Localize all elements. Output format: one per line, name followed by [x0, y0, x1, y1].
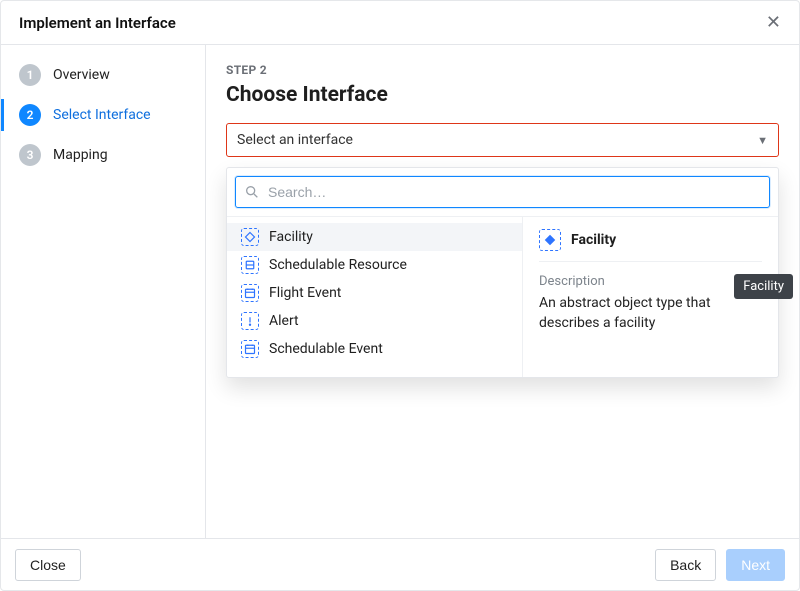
options-list: Facility Schedulable Resource — [227, 217, 523, 377]
modal-header: Implement an Interface ✕ — [1, 1, 799, 45]
option-schedulable-resource[interactable]: Schedulable Resource — [227, 251, 522, 279]
option-alert[interactable]: Alert — [227, 307, 522, 335]
detail-desc-label: Description — [539, 274, 762, 289]
modal-title: Implement an Interface — [19, 14, 176, 32]
option-facility[interactable]: Facility — [227, 223, 522, 251]
step-label: Select Interface — [53, 107, 151, 123]
caret-down-icon: ▼ — [757, 134, 768, 147]
option-label: Facility — [269, 229, 313, 245]
detail-name: Facility — [571, 232, 616, 248]
page-title: Choose Interface — [226, 83, 779, 107]
calendar-icon — [241, 340, 259, 358]
modal-body: 1 Overview 2 Select Interface 3 Mapping … — [1, 45, 799, 538]
search-input[interactable] — [268, 184, 761, 200]
interface-dropdown: Facility Schedulable Resource — [226, 167, 779, 378]
search-icon — [244, 184, 260, 200]
tooltip-text: Facility — [734, 274, 793, 299]
close-icon[interactable]: ✕ — [762, 10, 785, 36]
detail-header: Facility — [539, 229, 762, 262]
option-label: Schedulable Event — [269, 341, 383, 357]
wizard-step-mapping[interactable]: 3 Mapping — [1, 135, 205, 175]
option-flight-event[interactable]: Flight Event — [227, 279, 522, 307]
step-label: Overview — [53, 67, 110, 83]
tooltip: Facility — [734, 274, 793, 299]
wizard-step-overview[interactable]: 1 Overview — [1, 55, 205, 95]
diamond-icon — [539, 229, 561, 251]
wizard-sidebar: 1 Overview 2 Select Interface 3 Mapping — [1, 45, 206, 538]
dropdown-search-wrap — [227, 168, 778, 217]
main-panel: STEP 2 Choose Interface Select an interf… — [206, 45, 799, 538]
wizard-step-select-interface[interactable]: 2 Select Interface — [1, 95, 205, 135]
calendar-icon — [241, 284, 259, 302]
option-label: Flight Event — [269, 285, 341, 301]
back-button[interactable]: Back — [655, 549, 716, 581]
option-label: Schedulable Resource — [269, 257, 407, 273]
resource-icon — [241, 256, 259, 274]
alert-icon — [241, 312, 259, 330]
option-label: Alert — [269, 313, 299, 329]
interface-select[interactable]: Select an interface ▼ — [226, 123, 779, 157]
interface-select-value: Select an interface — [237, 132, 353, 148]
dropdown-search[interactable] — [235, 176, 770, 208]
step-label: Mapping — [53, 147, 108, 163]
next-button[interactable]: Next — [726, 549, 785, 581]
diamond-icon — [241, 228, 259, 246]
step-number: 1 — [19, 64, 41, 86]
modal: Implement an Interface ✕ 1 Overview 2 Se… — [0, 0, 800, 591]
close-button[interactable]: Close — [15, 549, 81, 581]
step-number: 3 — [19, 144, 41, 166]
option-schedulable-event[interactable]: Schedulable Event — [227, 335, 522, 363]
detail-desc: An abstract object type that describes a… — [539, 293, 762, 334]
modal-footer: Close Back Next — [1, 538, 799, 590]
step-number: 2 — [19, 104, 41, 126]
dropdown-panes: Facility Schedulable Resource — [227, 217, 778, 377]
step-eyebrow: STEP 2 — [226, 63, 779, 77]
